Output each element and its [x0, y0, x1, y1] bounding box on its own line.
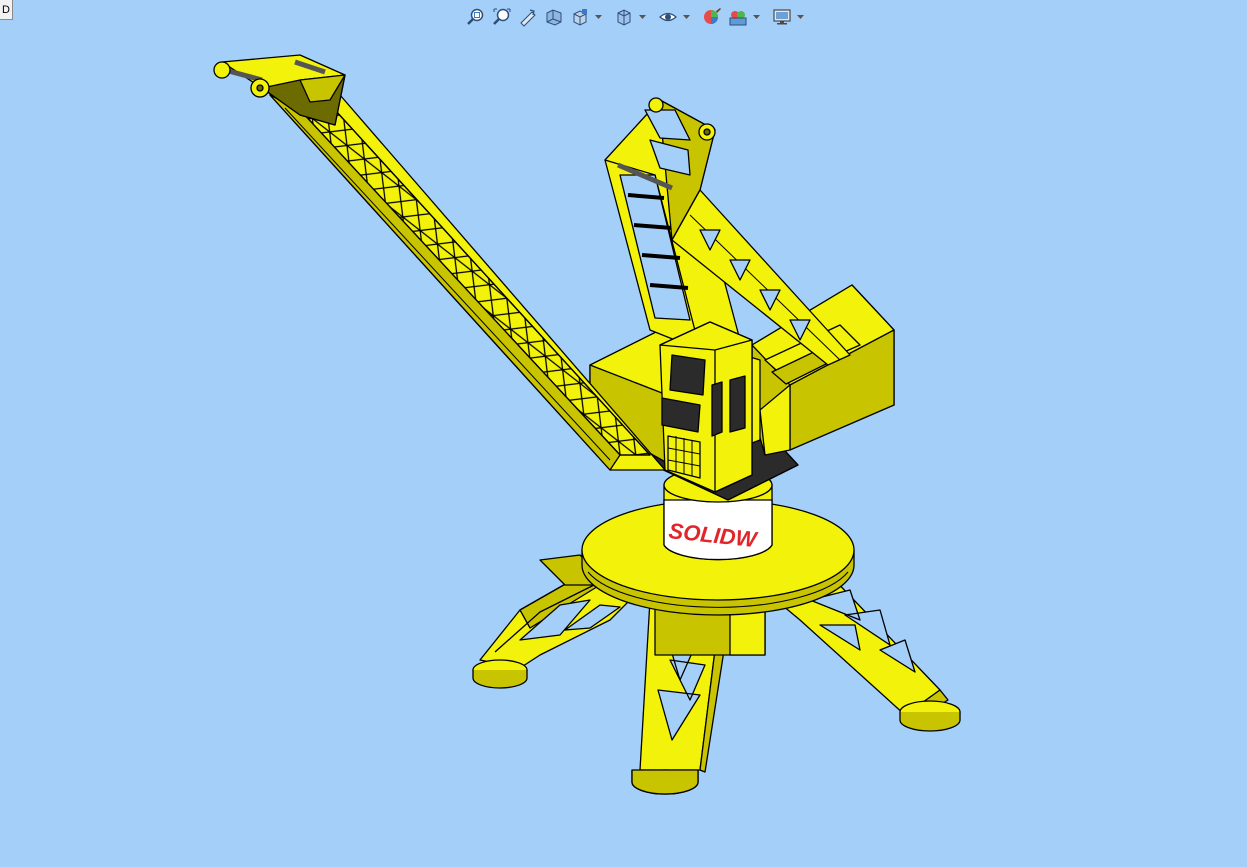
a-frame-mast: [604, 97, 851, 366]
lattice-boom: [213, 54, 666, 471]
graphics-area[interactable]: D SOLIDW: [0, 0, 1247, 867]
operator-cab: [659, 321, 753, 493]
crane-model[interactable]: SOLIDW: [0, 0, 1247, 867]
